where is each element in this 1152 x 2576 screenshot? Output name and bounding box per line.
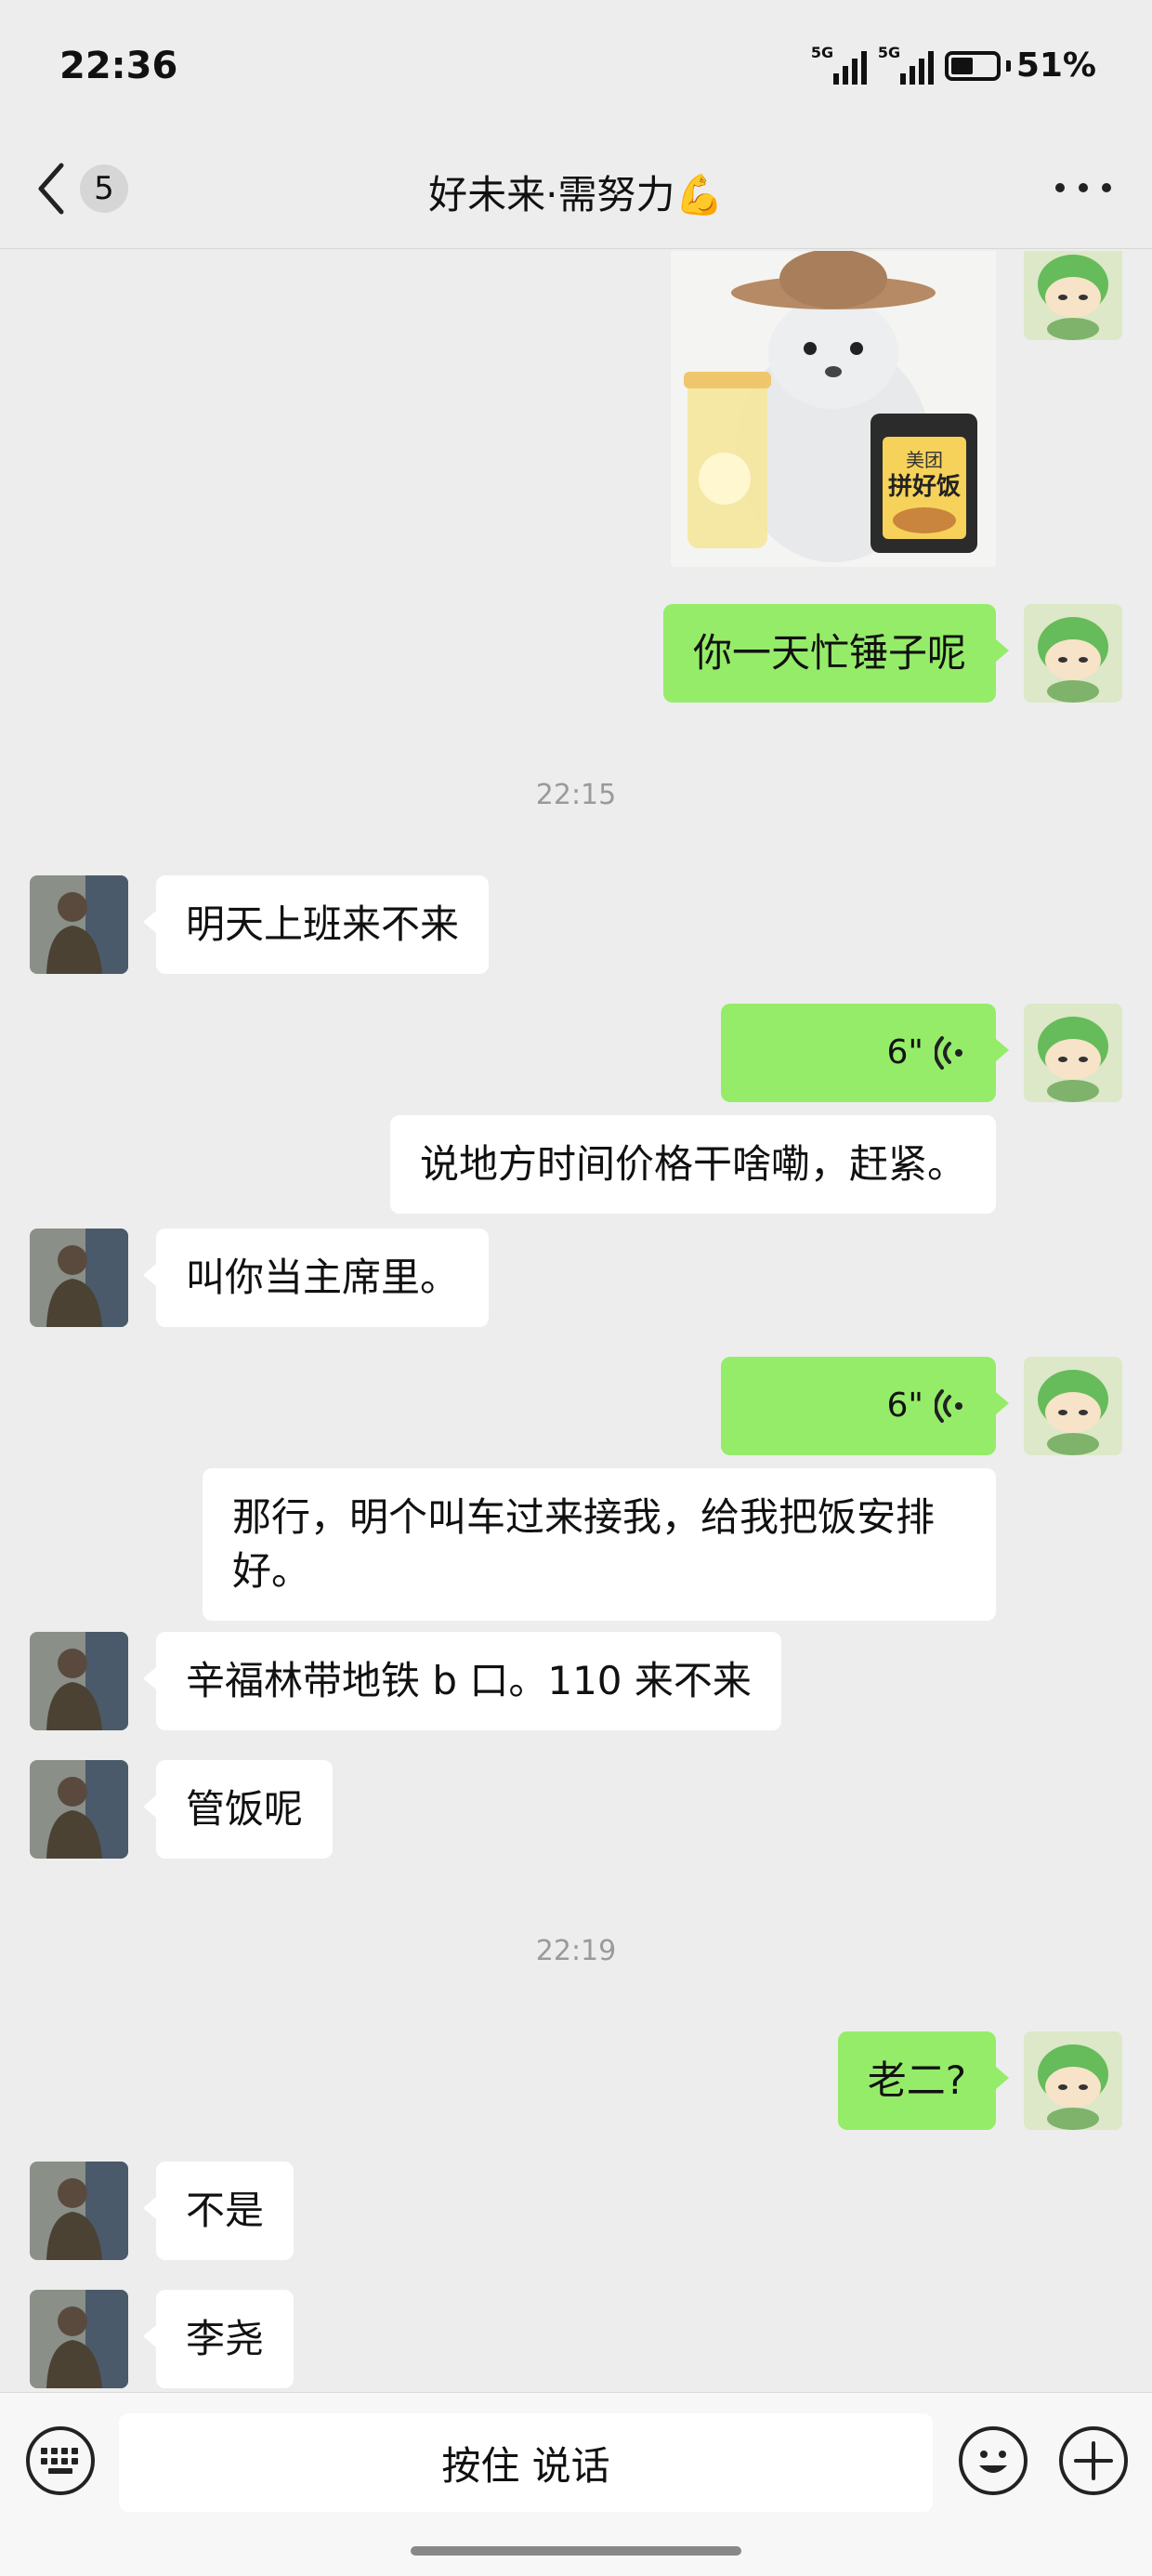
message-timestamp: 22:15 <box>535 779 617 811</box>
voice-wave-icon <box>935 1036 962 1070</box>
avatar[interactable] <box>30 1632 128 1730</box>
status-indicators: 5G 5G 51% <box>810 43 1096 85</box>
message-bubble[interactable]: 叫你当主席里。 <box>142 1229 490 1327</box>
message-bubble[interactable]: 管饭呢 <box>142 1760 334 1859</box>
voice-transcript[interactable]: 说地方时间价格干啥嘞，赶紧。 <box>389 1115 996 1214</box>
avatar[interactable] <box>1024 1004 1122 1102</box>
signal-icon: 5G <box>877 43 934 85</box>
avatar[interactable] <box>1024 251 1122 340</box>
hold-to-talk-button[interactable]: 按住 说话 <box>119 2413 933 2512</box>
plus-icon[interactable] <box>1059 2426 1128 2495</box>
avatar[interactable] <box>30 1760 128 1859</box>
avatar[interactable] <box>30 2290 128 2388</box>
avatar[interactable] <box>30 2162 128 2260</box>
network-type-label: 5G <box>877 43 901 61</box>
message-bubble[interactable]: 老二? <box>837 2031 1010 2130</box>
avatar[interactable] <box>1024 1357 1122 1455</box>
message-bubble[interactable]: 辛福林带地铁 b 口。110 来不来 <box>143 1632 781 1730</box>
message-bubble[interactable]: 李尧 <box>142 2290 295 2388</box>
chat-header: 5 好未来·需努力💪 <box>0 130 1152 249</box>
status-time: 22:36 <box>59 45 178 87</box>
status-bar: 22:36 5G 5G 51% <box>0 0 1152 130</box>
emoji-icon[interactable] <box>959 2426 1028 2495</box>
signal-icon: 5G <box>810 43 867 85</box>
voice-message[interactable]: 6" <box>721 1357 1009 1455</box>
more-dots-icon[interactable] <box>1055 178 1111 197</box>
home-indicator[interactable] <box>411 2546 741 2556</box>
message-bubble[interactable]: 不是 <box>142 2162 295 2260</box>
message-timestamp: 22:19 <box>535 1935 617 1967</box>
avatar[interactable] <box>30 875 128 974</box>
avatar[interactable] <box>30 1229 128 1327</box>
message-bubble[interactable]: 你一天忙锤子呢 <box>662 604 1010 703</box>
battery-icon: 51% <box>944 46 1096 85</box>
chat-title: 好未来·需努力💪 <box>428 172 724 217</box>
avatar[interactable] <box>1024 604 1122 703</box>
network-type-label: 5G <box>810 43 834 61</box>
avatar[interactable] <box>1024 2031 1122 2130</box>
voice-transcript[interactable]: 那行，明个叫车过来接我，给我把饭安排好。 <box>203 1468 996 1621</box>
voice-duration: 6" <box>886 1033 923 1071</box>
sticker-image[interactable]: 美团 拼好饭 <box>671 251 996 567</box>
battery-percent: 51% <box>1015 46 1096 85</box>
sticker-brand-text: 美团 <box>906 450 943 471</box>
message-bubble[interactable]: 明天上班来不来 <box>142 875 490 974</box>
voice-duration: 6" <box>886 1387 923 1425</box>
message-list[interactable]: 美团 拼好饭 你一天忙锤子呢 22:15 明天上班来不来 6" 说地方时间价格干… <box>0 251 1152 2393</box>
voice-wave-icon <box>935 1389 962 1423</box>
sticker-brand-text: 拼好饭 <box>888 472 961 500</box>
voice-message[interactable]: 6" <box>721 1004 1009 1102</box>
keyboard-icon[interactable] <box>26 2426 95 2495</box>
